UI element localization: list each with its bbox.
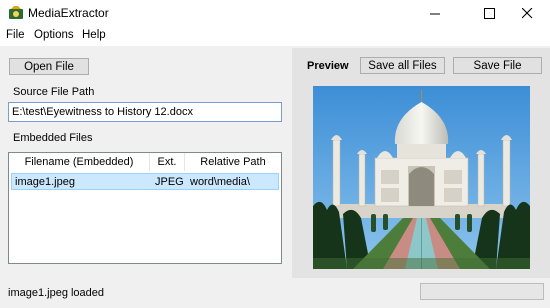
close-icon: [521, 7, 532, 18]
save-file-button[interactable]: Save File: [453, 57, 542, 74]
maximize-icon: [483, 7, 495, 19]
cell-ext: JPEG: [155, 176, 184, 188]
embedded-files-label: Embedded Files: [13, 132, 93, 144]
minimize-icon: [429, 13, 440, 14]
cell-relative-path: word\media\: [190, 176, 250, 188]
menu-help[interactable]: Help: [82, 29, 106, 41]
table-row[interactable]: image1.jpeg JPEG word\media\: [11, 173, 279, 190]
status-text: image1.jpeg loaded: [8, 287, 105, 299]
save-all-files-button[interactable]: Save all Files: [360, 57, 445, 74]
window-title: MediaExtractor: [28, 6, 109, 20]
close-button[interactable]: [504, 0, 550, 26]
preview-image: [313, 86, 530, 269]
app-icon: [9, 6, 23, 19]
title-bar: MediaExtractor: [0, 0, 550, 26]
minimize-button[interactable]: [412, 0, 458, 26]
menu-file[interactable]: File: [6, 29, 25, 41]
column-header-ext[interactable]: Ext.: [150, 153, 185, 171]
source-file-path-label: Source File Path: [13, 86, 95, 98]
open-file-button[interactable]: Open File: [9, 58, 89, 75]
progress-bar: [420, 283, 544, 300]
cell-filename: image1.jpeg: [15, 176, 75, 188]
taj-mahal-photo: [313, 86, 530, 269]
embedded-files-list[interactable]: Filename (Embedded) Ext. Relative Path i…: [8, 152, 282, 264]
column-header-filename[interactable]: Filename (Embedded): [9, 153, 150, 171]
menu-bar: File Options Help: [0, 26, 550, 46]
source-path-input[interactable]: E:\test\Eyewitness to History 12.docx: [8, 102, 282, 122]
menu-options[interactable]: Options: [34, 29, 74, 41]
preview-label: Preview: [307, 60, 349, 72]
column-header-relative-path[interactable]: Relative Path: [185, 153, 281, 171]
